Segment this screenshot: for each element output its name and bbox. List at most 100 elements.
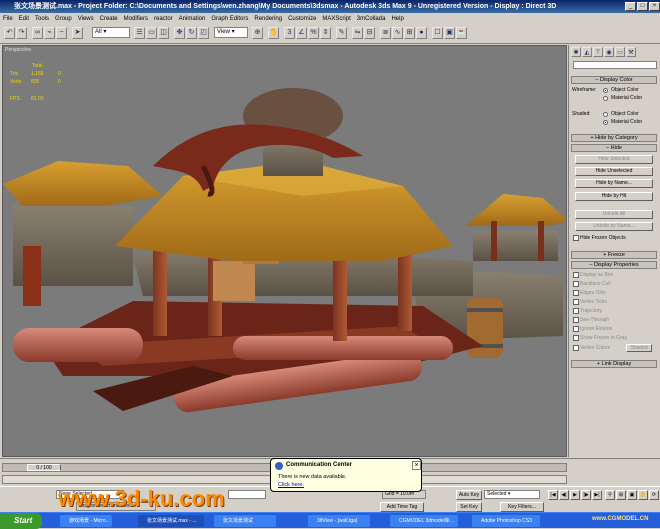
create-tab-icon[interactable]: ✱	[571, 47, 581, 57]
curve-editor-icon[interactable]: ∿	[392, 27, 403, 39]
schematic-view-icon[interactable]: ⊞	[404, 27, 415, 39]
time-slider-thumb[interactable]: 0 / 100	[27, 464, 61, 471]
rollout-display-properties[interactable]: – Display Properties	[571, 261, 657, 269]
show-frozen-gray-checkbox[interactable]	[573, 335, 579, 341]
auto-key-button[interactable]: Auto Key	[456, 490, 482, 500]
goto-start-icon[interactable]: |◀	[548, 490, 558, 500]
hide-unselected-button[interactable]: Hide Unselected	[575, 167, 653, 176]
undo-icon[interactable]: ↶	[4, 27, 15, 39]
rollout-freeze-title: Freeze	[607, 252, 625, 258]
shaded-material-color-radio[interactable]	[603, 120, 608, 125]
pan-icon[interactable]: ✋	[638, 490, 648, 500]
unhide-by-name-button[interactable]: Unhide by Name...	[575, 222, 653, 231]
redo-icon[interactable]: ↷	[16, 27, 27, 39]
key-mode-dropdown[interactable]: Selected ▾	[484, 490, 540, 499]
taskbar-item-2[interactable]: 张文场景测试.max - ...	[138, 515, 204, 527]
quick-render-icon[interactable]: ☕	[456, 27, 467, 39]
goto-end-icon[interactable]: ▶|	[592, 490, 602, 500]
hide-selected-button[interactable]: Hide Selected	[575, 155, 653, 164]
key-filters-button[interactable]: Key Filters...	[500, 502, 544, 512]
reference-coord-dropdown[interactable]: View ▾	[214, 27, 248, 38]
prev-frame-icon[interactable]: ◀|	[559, 490, 569, 500]
perspective-viewport[interactable]: Perspective Total Tris 1,158 0 Verts 835…	[2, 45, 567, 457]
edges-only-checkbox[interactable]	[573, 290, 579, 296]
wireframe-material-color-radio[interactable]	[603, 96, 608, 101]
link-icon[interactable]: ∞	[32, 27, 43, 39]
render-frame-icon[interactable]: ▣	[444, 27, 455, 39]
mirror-icon[interactable]: ⇋	[352, 27, 363, 39]
selection-filter-dropdown[interactable]: All ▾	[92, 27, 130, 38]
orbit-icon[interactable]: ⟳	[649, 490, 659, 500]
hierarchy-tab-icon[interactable]: ⊤	[593, 47, 603, 57]
wireframe-object-color-radio[interactable]	[603, 88, 608, 93]
modify-tab-icon[interactable]: ◭	[582, 47, 592, 57]
taskbar-item-3[interactable]: 张文场景测试	[214, 515, 276, 527]
select-rotate-icon[interactable]: ↻	[186, 27, 197, 39]
unlink-icon[interactable]: ⌁	[44, 27, 55, 39]
vertex-colors-shaded-button[interactable]: Shaded	[626, 344, 652, 352]
taskbar-item-1[interactable]: 游戏场景 - Micro...	[60, 515, 112, 527]
motion-tab-icon[interactable]: ◉	[604, 47, 614, 57]
object-name-field[interactable]	[573, 61, 657, 69]
taskbar-item-4[interactable]: 3ltView - [wall.tga]	[308, 515, 370, 527]
balloon-link[interactable]: Click here.	[278, 482, 304, 488]
zoom-all-icon[interactable]: ⊞	[616, 490, 626, 500]
viewport-label[interactable]: Perspective	[5, 47, 31, 53]
rollout-hide[interactable]: – Hide	[571, 144, 657, 152]
communication-center-balloon[interactable]: Communication Center × There is new data…	[270, 458, 422, 492]
rect-region-icon[interactable]: ▭	[146, 27, 157, 39]
hide-by-name-button[interactable]: Hide by Name...	[575, 179, 653, 188]
show-frozen-gray-label: Show Frozen in Gray	[580, 335, 627, 341]
rollout-hide-by-category[interactable]: + Hide by Category	[571, 134, 657, 142]
select-by-name-icon[interactable]: ☰	[134, 27, 145, 39]
layer-manager-icon[interactable]: ≣	[380, 27, 391, 39]
minimize-button[interactable]: _	[625, 2, 636, 11]
close-button[interactable]: ×	[649, 2, 660, 11]
taskbar-item-5[interactable]: CGMODEL 3dmodel库...	[390, 515, 458, 527]
rollout-link-display[interactable]: + Link Display	[571, 360, 657, 368]
display-as-box-checkbox[interactable]	[573, 272, 579, 278]
set-key-button[interactable]: Set Key	[456, 502, 482, 512]
select-scale-icon[interactable]: ◰	[198, 27, 209, 39]
angle-snap-icon[interactable]: ∠	[296, 27, 307, 39]
ignore-extents-checkbox[interactable]	[573, 326, 579, 332]
align-icon[interactable]: ⊟	[364, 27, 375, 39]
see-through-checkbox[interactable]	[573, 317, 579, 323]
maximize-button[interactable]: □	[637, 2, 648, 11]
hide-by-hit-button[interactable]: Hide by Hit	[575, 192, 653, 201]
ignore-extents-label: Ignore Extents	[580, 326, 613, 332]
percent-snap-icon[interactable]: %	[308, 27, 319, 39]
play-icon[interactable]: ▶	[570, 490, 580, 500]
trajectory-checkbox[interactable]	[573, 308, 579, 314]
zoom-extents-icon[interactable]: ▣	[627, 490, 637, 500]
material-editor-icon[interactable]: ●	[416, 27, 427, 39]
vertex-colors-checkbox[interactable]	[573, 345, 579, 351]
start-button[interactable]: Start	[0, 513, 42, 529]
backface-cull-checkbox[interactable]	[573, 281, 579, 287]
named-selection-icon[interactable]: ✎	[336, 27, 347, 39]
rollout-freeze[interactable]: + Freeze	[571, 251, 657, 259]
scene-render	[3, 88, 566, 413]
x-coord-field[interactable]	[228, 490, 266, 499]
window-crossing-icon[interactable]: ◫	[158, 27, 169, 39]
select-move-icon[interactable]: ✥	[174, 27, 185, 39]
utilities-tab-icon[interactable]: ⚒	[626, 47, 636, 57]
rollout-display-color[interactable]: – Display Color	[571, 76, 657, 84]
snap-3d-icon[interactable]: 3	[284, 27, 295, 39]
spinner-snap-icon[interactable]: ⇕	[320, 27, 331, 39]
pivot-icon[interactable]: ⊕	[252, 27, 263, 39]
unhide-all-button[interactable]: Unhide All	[575, 210, 653, 219]
bind-spacewarp-icon[interactable]: ~	[56, 27, 67, 39]
vertex-ticks-checkbox[interactable]	[573, 299, 579, 305]
render-setup-icon[interactable]: ☐	[432, 27, 443, 39]
balloon-close-icon[interactable]: ×	[412, 461, 421, 470]
display-tab-icon[interactable]: ▭	[615, 47, 625, 57]
taskbar-item-6[interactable]: Adobe Photoshop CS3	[472, 515, 540, 527]
shaded-object-color-radio[interactable]	[603, 112, 608, 117]
next-frame-icon[interactable]: |▶	[581, 490, 591, 500]
zoom-icon[interactable]: ⚲	[605, 490, 615, 500]
hide-frozen-checkbox[interactable]	[573, 235, 579, 241]
select-object-icon[interactable]: ➤	[72, 27, 83, 39]
manipulate-icon[interactable]: ✋	[268, 27, 279, 39]
add-time-tag-button[interactable]: Add Time Tag	[380, 502, 424, 512]
